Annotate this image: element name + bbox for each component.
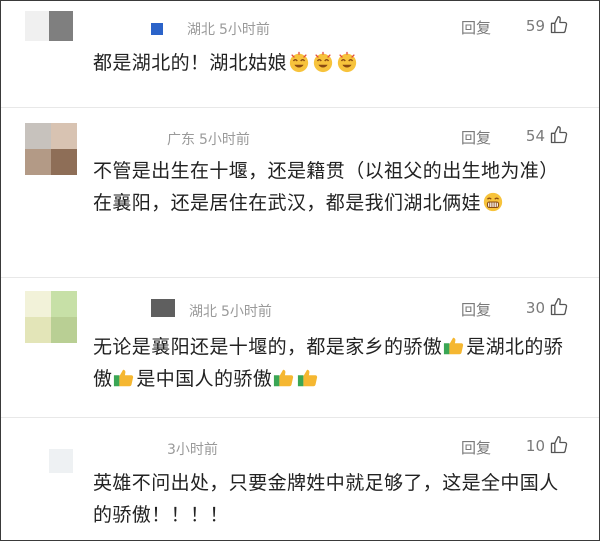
laughing-emoji: [313, 51, 333, 73]
reply-button[interactable]: 回复: [461, 437, 491, 458]
reply-button[interactable]: 回复: [461, 127, 491, 148]
comment-meta: 广东 5小时前: [167, 129, 250, 149]
comment-time: 5小时前: [221, 304, 272, 320]
like-count: 30: [525, 299, 545, 317]
comment-text: 不管是出生在十堰，还是籍贯（以祖父的出生地为准）在襄阳，还是居住在武汉，都是我们…: [93, 155, 569, 219]
comment-text: 英雄不问出处，只要金牌姓中就足够了，这是全中国人的骄傲！！！！: [93, 467, 569, 531]
user-badge-icon: [151, 23, 163, 35]
comment-text-part: 都是湖北的！湖北姑娘: [93, 52, 288, 74]
reply-button[interactable]: 回复: [461, 17, 491, 38]
comment-location: 湖北: [187, 22, 215, 38]
comment-text-part: 英雄不问出处，只要金牌姓中就足够了，这是全中国人的骄傲！！！！: [93, 472, 559, 526]
thumbs-up-outline-icon[interactable]: [549, 15, 569, 35]
comment-text: 都是湖北的！湖北姑娘: [93, 47, 569, 79]
comment-meta: 3小时前: [167, 439, 218, 459]
laughing-emoji: [289, 51, 309, 73]
reply-button[interactable]: 回复: [461, 299, 491, 320]
like-count: 59: [525, 17, 545, 35]
thumbs-up-emoji: [298, 369, 318, 387]
like-count: 54: [525, 127, 545, 145]
thumbs-up-emoji: [274, 369, 294, 387]
comment-location: 湖北: [189, 304, 217, 320]
thumbs-up-outline-icon[interactable]: [549, 435, 569, 455]
avatar[interactable]: [25, 11, 77, 41]
comment-text: 无论是襄阳还是十堰的，都是家乡的骄傲 是湖北的骄傲 是中国人的骄傲: [93, 331, 569, 395]
comment-time: 3小时前: [167, 442, 218, 458]
comment-meta: 湖北 5小时前: [189, 301, 272, 321]
comment-meta: 湖北 5小时前: [187, 19, 270, 39]
comment-item: 湖北 5小时前 回复 59 都是湖北的！湖北姑娘: [1, 1, 599, 108]
thumbs-up-outline-icon[interactable]: [549, 125, 569, 145]
comment-time: 5小时前: [199, 132, 250, 148]
comment-item: 广东 5小时前 回复 54 不管是出生在十堰，还是籍贯（以祖父的出生地为准）在襄阳…: [1, 107, 599, 278]
comment-time: 5小时前: [219, 22, 270, 38]
avatar[interactable]: [25, 123, 77, 175]
thumbs-up-emoji: [444, 337, 464, 355]
thumbs-up-outline-icon[interactable]: [549, 297, 569, 317]
comment-list: 湖北 5小时前 回复 59 都是湖北的！湖北姑娘 广东 5小时前 回复 54 不管是…: [0, 0, 600, 541]
comment-item: 湖北 5小时前 回复 30 无论是襄阳还是十堰的，都是家乡的骄傲 是湖北的骄傲 是中国…: [1, 277, 599, 418]
grinning-emoji: [483, 192, 503, 212]
laughing-emoji: [337, 51, 357, 73]
comment-item: 3小时前 回复 10 英雄不问出处，只要金牌姓中就足够了，这是全中国人的骄傲！！…: [1, 417, 599, 540]
comment-text-part: 无论是襄阳还是十堰的，都是家乡的骄傲: [93, 336, 443, 358]
like-count: 10: [525, 437, 545, 455]
user-badge-icon: [151, 299, 175, 317]
thumbs-up-emoji: [114, 369, 134, 387]
avatar[interactable]: [25, 291, 77, 343]
comment-location: 广东: [167, 132, 195, 148]
avatar[interactable]: [49, 449, 73, 473]
comment-text-part: 是中国人的骄傲: [136, 368, 273, 390]
